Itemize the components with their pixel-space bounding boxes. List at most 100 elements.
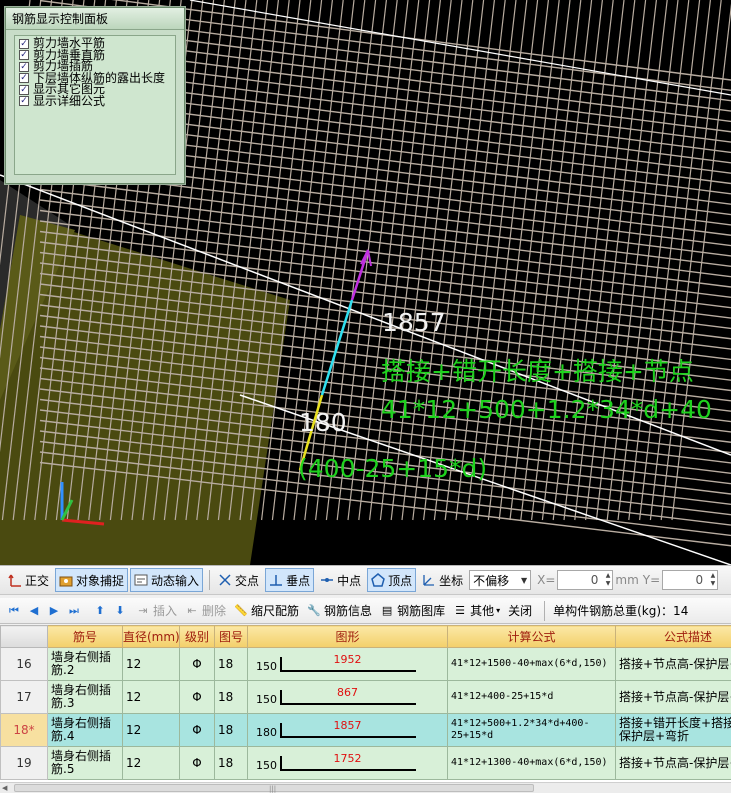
dynamic-input-button[interactable]: 动态输入 xyxy=(130,568,204,592)
formula-description-cell[interactable]: 搭接+节点高-保护层+ xyxy=(615,647,731,681)
grade-cell[interactable]: Φ xyxy=(179,647,215,681)
other-menu-button[interactable]: ☰ 其他 ▾ xyxy=(453,602,500,619)
scrollbar-thumb[interactable]: ||| xyxy=(14,784,534,793)
checkbox-icon[interactable]: ✓ xyxy=(19,50,29,61)
upper-formula-label: 41*12+500+1.2*34*d+40 xyxy=(381,395,712,424)
diameter-cell[interactable]: 12 xyxy=(122,746,180,780)
bar-number-cell[interactable]: 墙身右侧插筋.5 xyxy=(47,746,123,780)
delete-button[interactable]: ⇤ 删除 xyxy=(185,602,226,619)
coordinate-snap-button[interactable]: 坐标 xyxy=(418,568,467,592)
formula-description-cell[interactable]: 搭接+节点高-保护层+ xyxy=(615,680,731,714)
y-coordinate-input[interactable]: 0 ▲ ▼ xyxy=(662,570,719,590)
ruler-icon: 📏 xyxy=(234,604,248,617)
header-grade[interactable]: 级别 xyxy=(179,625,215,648)
shape-cell[interactable]: 150 867 xyxy=(247,680,448,714)
header-diameter[interactable]: 直径(mm) xyxy=(122,625,180,648)
ortho-button[interactable]: 正交 xyxy=(4,568,53,592)
row-number[interactable]: 16 xyxy=(0,647,48,681)
shape-main-length: 867 xyxy=(337,685,358,699)
shape-main-length: 1752 xyxy=(333,751,362,765)
intersection-snap-button[interactable]: 交点 xyxy=(214,568,263,592)
shape-cell[interactable]: 180 1857 xyxy=(247,713,448,747)
close-button[interactable]: 关闭 xyxy=(508,602,532,619)
perpendicular-snap-button[interactable]: 垂点 xyxy=(265,568,315,592)
header-shape[interactable]: 图形 xyxy=(247,625,448,648)
option-show-detailed-formula[interactable]: ✓ 显示详细公式 xyxy=(19,95,171,108)
scrollbar-grip-icon: ||| xyxy=(269,785,277,793)
shape-cell[interactable]: 150 1952 xyxy=(247,647,448,681)
object-snap-button[interactable]: 对象捕捉 xyxy=(55,568,129,592)
figure-number-cell[interactable]: 18 xyxy=(214,746,248,780)
grade-cell[interactable]: Φ xyxy=(179,680,215,714)
scroll-left-icon[interactable]: ◀ xyxy=(2,783,7,793)
table-row[interactable]: 17 墙身右侧插筋.3 12 Φ 18 150 867 41*12+400-25+15*d 搭接… xyxy=(0,680,731,714)
vertex-snap-button[interactable]: 顶点 xyxy=(367,568,417,592)
delete-icon: ⇤ xyxy=(187,604,197,617)
bar-number-cell[interactable]: 墙身右侧插筋.4 xyxy=(47,713,123,747)
checkbox-icon[interactable]: ✓ xyxy=(19,73,29,84)
x-coordinate-input[interactable]: 0 ▲ ▼ xyxy=(557,570,614,590)
x-label: X= xyxy=(537,573,556,587)
table-row[interactable]: 16 墙身右侧插筋.2 12 Φ 18 150 1952 41*12+1500-40+max(… xyxy=(0,647,731,681)
offset-select[interactable]: 不偏移 ▼ xyxy=(469,570,532,590)
rebar-table: 筋号 直径(mm) 级别 图号 图形 计算公式 公式描述 16 墙身右侧插筋.2 1… xyxy=(0,625,731,782)
dropdown-arrow-icon: ▾ xyxy=(496,606,501,615)
bar-number-cell[interactable]: 墙身右侧插筋.2 xyxy=(47,647,123,681)
midpoint-snap-button[interactable]: 中点 xyxy=(316,568,365,592)
control-panel-title: 钢筋显示控制面板 xyxy=(6,8,184,30)
table-row[interactable]: 19 墙身右侧插筋.5 12 Φ 18 150 1752 41*12+1300-40+max(… xyxy=(0,746,731,780)
checkbox-icon[interactable]: ✓ xyxy=(19,61,29,72)
unit-label: mm xyxy=(615,573,639,587)
rebar-display-control-panel: 钢筋显示控制面板 ✓ 剪力墙水平筋 ✓ 剪力墙垂直筋 ✓ 剪力墙插筋 ✓ 下层墙体纵筋的… xyxy=(5,7,185,184)
move-down-icon[interactable]: ⬇ xyxy=(112,603,128,619)
row-number[interactable]: 17 xyxy=(0,680,48,714)
row-number[interactable]: 18* xyxy=(0,713,48,747)
magnet-snap-icon xyxy=(59,573,73,587)
rebar-shape-drawing: 180 1857 xyxy=(249,715,447,746)
snap-toolbar: 正交 对象捕捉 动态输入 交点 垂点 中点 顶点 坐标 不偏移 ▼ X= 0 ▲… xyxy=(0,565,731,595)
spinner-icon[interactable]: ▲ ▼ xyxy=(711,572,716,588)
previous-record-icon[interactable]: ◀ xyxy=(26,603,42,619)
rebar-info-button[interactable]: 🔧 钢筋信息 xyxy=(307,602,372,619)
formula-cell[interactable]: 41*12+1300-40+max(6*d,150) xyxy=(447,746,616,780)
diameter-cell[interactable]: 12 xyxy=(122,680,180,714)
header-formula-description[interactable]: 公式描述 xyxy=(615,625,731,648)
formula-cell[interactable]: 41*12+400-25+15*d xyxy=(447,680,616,714)
last-record-icon[interactable]: ⏭ xyxy=(66,603,82,619)
grade-cell[interactable]: Φ xyxy=(179,713,215,747)
diameter-cell[interactable]: 12 xyxy=(122,647,180,681)
formula-cell[interactable]: 41*12+500+1.2*34*d+400-25+15*d xyxy=(447,713,616,747)
bar-number-cell[interactable]: 墙身右侧插筋.3 xyxy=(47,680,123,714)
upper-description-label: 搭接+错开长度+搭接+节点 xyxy=(381,357,694,386)
insert-button[interactable]: ⇥ 插入 xyxy=(136,602,177,619)
checkbox-icon[interactable]: ✓ xyxy=(19,96,29,107)
rebar-shape-drawing: 150 867 xyxy=(249,682,447,713)
first-record-icon[interactable]: ⏮ xyxy=(6,603,22,619)
checkbox-icon[interactable]: ✓ xyxy=(19,84,29,95)
grade-cell[interactable]: Φ xyxy=(179,746,215,780)
formula-description-cell[interactable]: 搭接+节点高-保护层+ xyxy=(615,746,731,780)
checkbox-icon[interactable]: ✓ xyxy=(19,38,29,49)
figure-number-cell[interactable]: 18 xyxy=(214,647,248,681)
shape-main-length: 1952 xyxy=(333,652,362,666)
header-formula[interactable]: 计算公式 xyxy=(447,625,616,648)
figure-number-cell[interactable]: 18 xyxy=(214,680,248,714)
figure-number-cell[interactable]: 18 xyxy=(214,713,248,747)
header-bar-number[interactable]: 筋号 xyxy=(47,625,123,648)
horizontal-scrollbar[interactable]: ◀ ||| xyxy=(0,782,731,793)
move-up-icon[interactable]: ⬆ xyxy=(92,603,108,619)
table-row[interactable]: 18* 墙身右侧插筋.4 12 Φ 18 180 1857 41*12+500+1.2*34*… xyxy=(0,713,731,747)
diameter-cell[interactable]: 12 xyxy=(122,713,180,747)
shape-cell[interactable]: 150 1752 xyxy=(247,746,448,780)
scale-rebar-button[interactable]: 📏 缩尺配筋 xyxy=(234,602,299,619)
rebar-3d-viewport[interactable]: 钢筋显示控制面板 ✓ 剪力墙水平筋 ✓ 剪力墙垂直筋 ✓ 剪力墙插筋 ✓ 下层墙体纵筋的… xyxy=(0,0,731,565)
formula-description-cell[interactable]: 搭接+错开长度+搭接+-保护层+弯折 xyxy=(615,713,731,747)
coordinate-icon xyxy=(422,573,436,587)
next-record-icon[interactable]: ▶ xyxy=(46,603,62,619)
spinner-icon[interactable]: ▲ ▼ xyxy=(606,572,611,588)
header-figure-number[interactable]: 图号 xyxy=(214,625,248,648)
formula-cell[interactable]: 41*12+1500-40+max(6*d,150) xyxy=(447,647,616,681)
intersection-icon xyxy=(218,573,232,587)
row-number[interactable]: 19 xyxy=(0,746,48,780)
rebar-library-button[interactable]: ▤ 钢筋图库 xyxy=(380,602,445,619)
